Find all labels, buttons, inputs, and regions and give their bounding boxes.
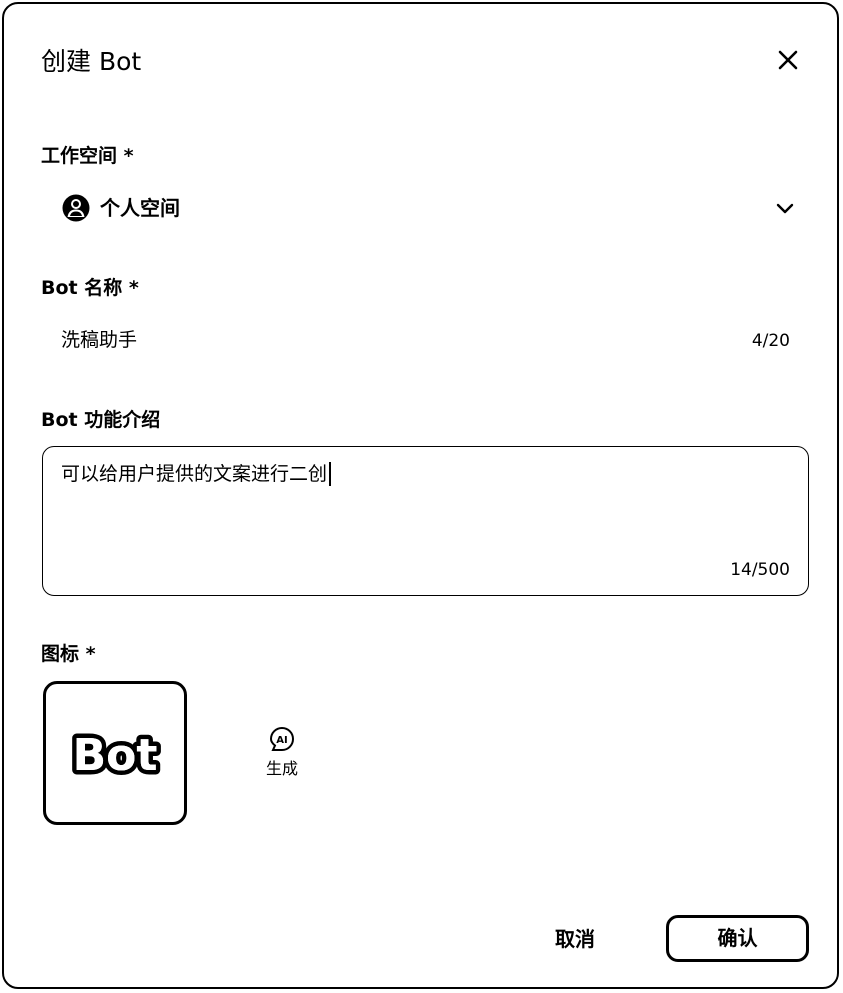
workspace-label: 工作空间 * — [41, 145, 134, 167]
close-button[interactable] — [776, 48, 800, 72]
text-caret — [329, 462, 331, 486]
create-bot-dialog: 创建 Bot 工作空间 * 个人空间 Bot 名称 * 洗稿助手 4/20 Bo… — [2, 2, 839, 989]
bot-description-label: Bot 功能介绍 — [41, 409, 161, 431]
chevron-down-icon — [776, 203, 794, 214]
bot-name-label: Bot 名称 * — [41, 277, 139, 299]
user-avatar-icon — [62, 194, 90, 222]
workspace-selected-value: 个人空间 — [100, 196, 180, 220]
cancel-button[interactable]: 取消 — [534, 916, 616, 962]
close-icon — [778, 50, 798, 70]
ai-generate-label: 生成 — [265, 759, 298, 778]
workspace-select[interactable]: 个人空间 — [42, 184, 808, 232]
bot-description-value: 可以给用户提供的文案进行二创 — [61, 463, 328, 485]
bot-name-value: 洗稿助手 — [61, 329, 138, 351]
dialog-title: 创建 Bot — [41, 47, 142, 76]
ai-generate-button[interactable]: AI 生成 — [256, 726, 308, 782]
confirm-button[interactable]: 确认 — [666, 915, 809, 962]
svg-text:AI: AI — [276, 735, 287, 746]
bot-logo-icon: Bot Bot — [68, 726, 162, 786]
bot-description-counter: 14/500 — [730, 560, 790, 580]
bot-icon-tile[interactable]: Bot Bot — [43, 681, 187, 825]
icon-label: 图标 * — [41, 643, 96, 665]
ai-sparkle-icon: AI — [269, 726, 295, 751]
bot-name-counter: 4/20 — [751, 331, 790, 351]
bot-description-content: 可以给用户提供的文案进行二创 — [61, 462, 331, 486]
bot-description-textarea[interactable]: 可以给用户提供的文案进行二创 14/500 — [42, 446, 809, 596]
svg-text:Bot: Bot — [73, 730, 158, 781]
bot-name-input[interactable]: 洗稿助手 4/20 — [42, 317, 808, 363]
